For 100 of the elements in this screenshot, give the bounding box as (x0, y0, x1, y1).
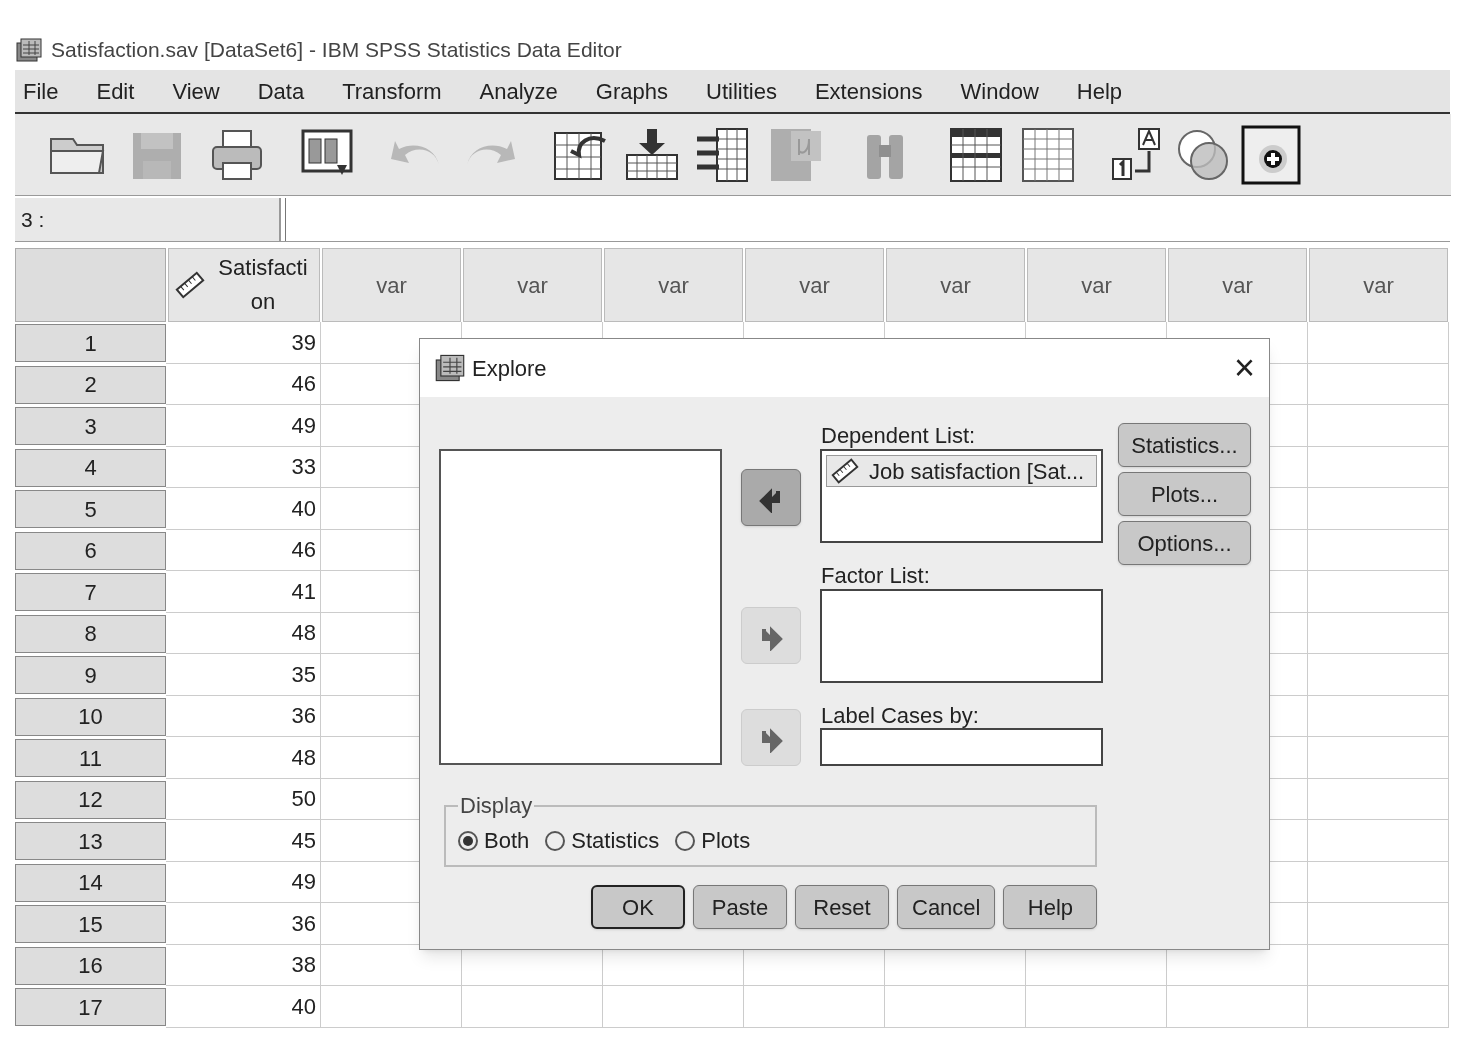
row-header[interactable]: 6 (15, 531, 166, 570)
menu-item[interactable]: Data (257, 74, 305, 108)
column-header[interactable]: var (604, 248, 743, 322)
table-cell[interactable] (1308, 529, 1449, 571)
menu-item[interactable]: Window (960, 74, 1039, 108)
variable-header[interactable]: Satisfaction (168, 248, 320, 322)
table-cell[interactable]: 49 (166, 861, 321, 903)
table-cell[interactable]: 40 (166, 986, 321, 1028)
row-header[interactable]: 7 (15, 573, 166, 611)
table-cell[interactable] (462, 986, 603, 1028)
row-header[interactable]: 15 (15, 905, 166, 943)
radio-button[interactable] (458, 830, 478, 851)
menu-item[interactable]: Graphs (595, 74, 668, 108)
table-cell[interactable]: 39 (166, 322, 321, 364)
table-cell[interactable] (1308, 944, 1449, 986)
row-header[interactable]: 8 (15, 614, 166, 653)
menu-item[interactable]: Extensions (814, 74, 923, 108)
row-header[interactable]: 12 (15, 780, 166, 819)
table-cell[interactable] (1308, 488, 1449, 530)
row-header[interactable]: 13 (15, 822, 166, 860)
table-cell[interactable] (1308, 737, 1449, 779)
menu-item[interactable]: File (23, 74, 59, 108)
table-cell[interactable] (321, 986, 462, 1028)
column-header[interactable]: var (745, 248, 884, 322)
table-cell[interactable]: 41 (166, 571, 321, 613)
move-button[interactable] (741, 469, 801, 526)
close-button[interactable]: × (1233, 350, 1255, 386)
column-header[interactable]: var (886, 248, 1025, 322)
corner-cell[interactable] (15, 248, 166, 322)
table-cell[interactable] (1308, 612, 1449, 654)
table-cell[interactable] (1308, 654, 1449, 696)
row-header[interactable]: 1 (15, 324, 166, 362)
column-header[interactable]: var (1309, 248, 1448, 322)
table-cell[interactable] (1026, 986, 1167, 1028)
row-header[interactable]: 11 (15, 739, 166, 777)
menu-item[interactable]: Help (1076, 74, 1123, 108)
menu-item[interactable]: View (172, 74, 220, 108)
table-cell[interactable]: 35 (166, 654, 321, 696)
table-cell[interactable] (1308, 571, 1449, 613)
table-cell[interactable] (1308, 695, 1449, 737)
table-cell[interactable] (1308, 405, 1449, 447)
menu-item[interactable]: Utilities (706, 74, 777, 108)
row-header[interactable]: 17 (15, 988, 166, 1026)
factor-list[interactable] (820, 589, 1103, 683)
table-cell[interactable]: 38 (166, 944, 321, 986)
plus-button-icon[interactable] (1241, 124, 1301, 185)
table-cell[interactable] (1308, 861, 1449, 903)
table-cell[interactable]: 33 (166, 446, 321, 488)
dialog-button[interactable]: Reset (795, 885, 889, 929)
source-variable-list[interactable] (439, 449, 722, 765)
row-header[interactable]: 3 (15, 407, 166, 445)
table-cell[interactable]: 46 (166, 529, 321, 571)
label-cases-field[interactable] (820, 728, 1103, 766)
table-cell[interactable] (885, 986, 1026, 1028)
menu-item[interactable]: Transform (342, 74, 442, 108)
table-cell[interactable] (1308, 778, 1449, 820)
table-cell[interactable] (603, 986, 744, 1028)
table-cell[interactable]: 48 (166, 737, 321, 779)
table-cell[interactable] (1308, 986, 1449, 1028)
row-header[interactable]: 5 (15, 490, 166, 528)
table-cell[interactable]: 49 (166, 405, 321, 447)
menu-item[interactable]: Edit (96, 74, 135, 108)
radio-option[interactable]: Plots (675, 824, 751, 857)
table-cell[interactable] (1308, 903, 1449, 945)
row-header[interactable]: 14 (15, 863, 166, 902)
dialog-button[interactable]: Statistics... (1118, 423, 1251, 467)
dialog-button[interactable]: Plots... (1118, 472, 1251, 516)
list-item[interactable]: Job satisfaction [Sat... (826, 455, 1097, 487)
radio-button[interactable] (545, 830, 566, 851)
dependent-list[interactable]: Job satisfaction [Sat... (820, 449, 1103, 543)
row-header[interactable]: 16 (15, 946, 166, 985)
dialog-button[interactable]: Cancel (897, 885, 996, 929)
menu-item[interactable]: Analyze (479, 74, 558, 108)
row-header[interactable]: 2 (15, 365, 166, 404)
table-cell[interactable]: 48 (166, 612, 321, 654)
table-cell[interactable] (744, 986, 885, 1028)
row-header[interactable]: 10 (15, 697, 166, 736)
table-cell[interactable] (1308, 322, 1449, 364)
table-cell[interactable]: 36 (166, 903, 321, 945)
radio-option[interactable]: Statistics (545, 824, 660, 857)
table-cell[interactable] (1308, 820, 1449, 862)
radio-option[interactable]: Both (458, 824, 530, 857)
dialog-button[interactable]: Help (1003, 885, 1098, 929)
table-cell[interactable]: 46 (166, 363, 321, 405)
column-header[interactable]: var (322, 248, 461, 322)
radio-button[interactable] (675, 830, 696, 851)
dialog-button[interactable]: Options... (1118, 521, 1251, 565)
table-cell[interactable]: 36 (166, 695, 321, 737)
table-cell[interactable]: 50 (166, 778, 321, 820)
table-cell[interactable] (1308, 363, 1449, 405)
row-header[interactable]: 4 (15, 448, 166, 487)
table-cell[interactable] (1167, 986, 1308, 1028)
table-cell[interactable] (1308, 446, 1449, 488)
column-header[interactable]: var (1027, 248, 1166, 322)
dialog-button[interactable]: OK (591, 885, 685, 929)
table-cell[interactable]: 40 (166, 488, 321, 530)
dialog-button[interactable]: Paste (693, 885, 787, 929)
row-header[interactable]: 9 (15, 656, 166, 694)
column-header[interactable]: var (1168, 248, 1307, 322)
table-cell[interactable]: 45 (166, 820, 321, 862)
